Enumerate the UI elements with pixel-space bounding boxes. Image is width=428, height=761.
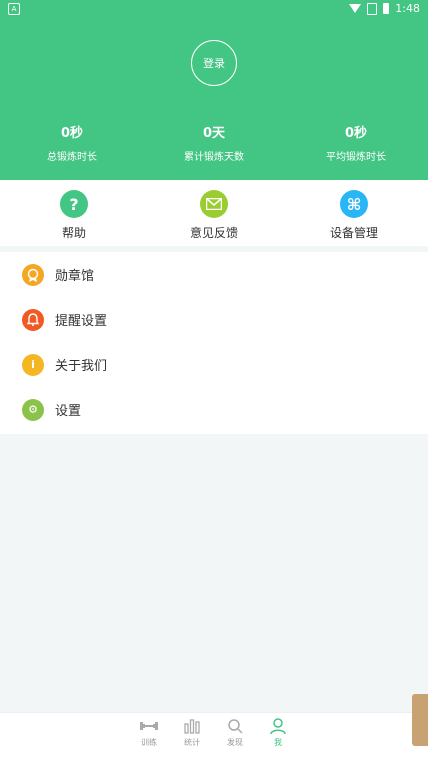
tab-training[interactable]: 训练 bbox=[129, 716, 169, 748]
stat-label: 平均锻炼时长 bbox=[326, 152, 386, 163]
stat-label: 总锻炼时长 bbox=[47, 152, 97, 163]
battery-icon bbox=[383, 3, 390, 14]
device-management-label: 设备管理 bbox=[329, 226, 378, 240]
settings-menu: 勋章馆 提醒设置 i 关于我们 ⚙ 设置 bbox=[0, 252, 428, 434]
bar-chart-icon bbox=[172, 716, 212, 736]
quick-actions: ? 帮助 意见反馈 ⌘ 设备管理 bbox=[0, 180, 428, 246]
tab-statistics[interactable]: 统计 bbox=[172, 716, 212, 748]
tab-label: 发现 bbox=[227, 738, 243, 747]
help-button[interactable]: ? 帮助 bbox=[24, 190, 124, 241]
stat-value: 0秒 bbox=[344, 126, 368, 141]
feedback-label: 意见反馈 bbox=[189, 226, 238, 240]
status-time: 1:48 bbox=[395, 2, 420, 15]
mail-icon bbox=[200, 190, 228, 218]
bottom-tab-bar: 训练 统计 发现 我 bbox=[0, 712, 428, 761]
wifi-icon bbox=[349, 4, 362, 13]
tab-label: 我 bbox=[274, 738, 282, 747]
floating-avatar[interactable] bbox=[412, 694, 428, 746]
command-icon: ⌘ bbox=[340, 190, 368, 218]
dumbbell-icon bbox=[129, 716, 169, 736]
menu-item-medals[interactable]: 勋章馆 bbox=[0, 252, 428, 297]
stat-total-duration: 0秒 总锻炼时长 bbox=[12, 122, 132, 163]
info-icon: i bbox=[22, 353, 44, 376]
menu-item-label: 提醒设置 bbox=[55, 314, 108, 329]
profile-header: 登录 0秒 总锻炼时长 0天 累计锻炼天数 0秒 平均锻炼时长 bbox=[0, 18, 428, 180]
help-icon: ? bbox=[60, 190, 88, 218]
bell-icon bbox=[22, 308, 44, 331]
gear-icon: ⚙ bbox=[22, 398, 44, 421]
login-button[interactable]: 登录 bbox=[191, 40, 237, 86]
person-icon bbox=[258, 716, 298, 736]
tab-discover[interactable]: 发现 bbox=[215, 716, 255, 748]
menu-item-label: 勋章馆 bbox=[55, 269, 95, 284]
help-label: 帮助 bbox=[61, 226, 86, 240]
device-management-button[interactable]: ⌘ 设备管理 bbox=[304, 190, 404, 241]
notification-a-icon: A bbox=[8, 3, 20, 15]
status-bar: A 1:48 bbox=[0, 0, 428, 18]
menu-item-settings[interactable]: ⚙ 设置 bbox=[0, 387, 428, 432]
tab-label: 训练 bbox=[141, 738, 157, 747]
stat-value: 0秒 bbox=[60, 126, 84, 141]
sim-icon bbox=[367, 2, 378, 15]
menu-item-about-us[interactable]: i 关于我们 bbox=[0, 342, 428, 387]
stat-total-days: 0天 累计锻炼天数 bbox=[154, 122, 274, 163]
medal-icon bbox=[22, 263, 44, 286]
menu-item-label: 关于我们 bbox=[55, 359, 108, 374]
stat-average-duration: 0秒 平均锻炼时长 bbox=[296, 122, 416, 163]
feedback-button[interactable]: 意见反馈 bbox=[164, 190, 264, 241]
menu-item-reminder-settings[interactable]: 提醒设置 bbox=[0, 297, 428, 342]
stat-value: 0天 bbox=[202, 126, 226, 141]
menu-item-label: 设置 bbox=[55, 404, 82, 419]
tab-me[interactable]: 我 bbox=[258, 716, 298, 748]
stat-label: 累计锻炼天数 bbox=[184, 152, 244, 163]
tab-label: 统计 bbox=[184, 738, 200, 747]
search-icon bbox=[215, 716, 255, 736]
